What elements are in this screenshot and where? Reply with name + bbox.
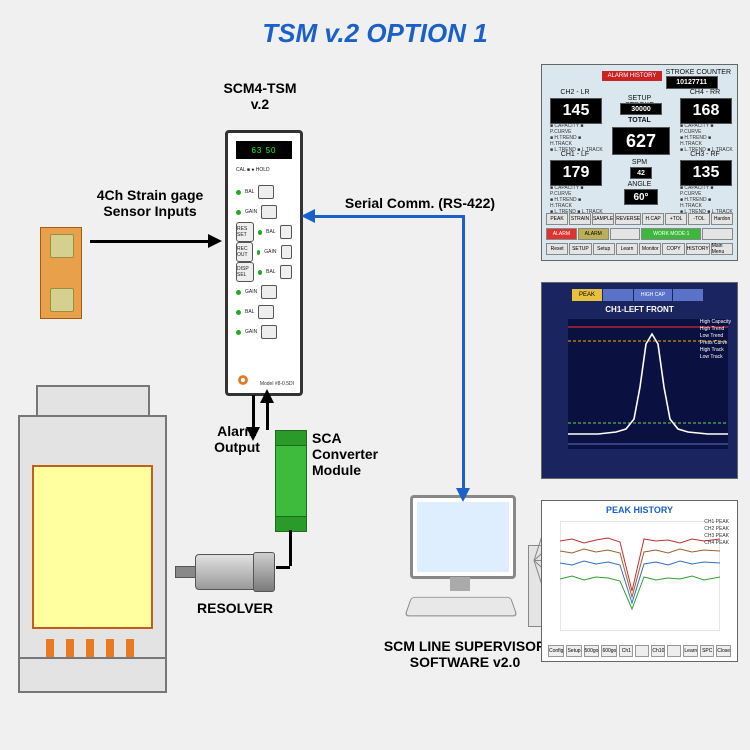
page-title: TSM v.2 OPTION 1 (0, 18, 750, 49)
ch2-label: CH2 - LR (552, 89, 598, 96)
close-button[interactable]: Close (716, 645, 731, 657)
config-button[interactable]: Config (548, 645, 564, 657)
resset-btn: RES SET (236, 222, 254, 242)
angle-value: 60° (624, 189, 658, 205)
copy-button[interactable]: COPY (662, 243, 684, 255)
scm4-tsm-device-icon: 63 50 CAL ■ ● HOLD BAL GAIN RES SETBAL R… (225, 130, 303, 396)
alarm2-button[interactable]: ALARM (578, 228, 609, 240)
software-label: SCM LINE SUPERVISOR SOFTWARE v2.0 (370, 638, 560, 670)
ch3-value: 135 (680, 160, 732, 186)
ch3-label: CH3 - RF (682, 151, 728, 158)
plus-tol-button[interactable]: +TOL (665, 213, 687, 225)
spc-button[interactable]: SPC (700, 645, 714, 657)
bal-label: BAL (245, 189, 254, 195)
setup-stroke-value: 30000 (620, 103, 662, 115)
serial-comm-label: Serial Comm. (RS-422) (330, 195, 510, 211)
model-label: Model #8-0.5DI (260, 382, 294, 388)
setup3-button[interactable]: Setup (566, 645, 581, 657)
ch4-value: 168 (680, 98, 732, 124)
setup2-button[interactable]: Setup (593, 243, 615, 255)
total-value: 627 (612, 127, 670, 155)
serial-comm-line (315, 215, 465, 218)
hcap-button[interactable]: H.CAP (642, 213, 664, 225)
peak-history-title: PEAK HISTORY (542, 505, 737, 515)
500go-button[interactable]: 500go (584, 645, 600, 657)
ch2-value: 145 (550, 98, 602, 124)
ch1-value: 179 (550, 160, 602, 186)
setup-button[interactable]: SETUP (569, 243, 591, 255)
history-button[interactable]: HISTORY (686, 243, 710, 255)
sca-converter-icon (275, 430, 307, 532)
tab-2[interactable] (603, 289, 633, 301)
total-label: TOTAL (617, 117, 662, 124)
arrow-alarm-down (252, 395, 255, 429)
sca-module-label: SCA Converter Module (312, 430, 392, 478)
tab-4[interactable] (673, 289, 703, 301)
resolver-label: RESOLVER (185, 600, 285, 616)
cal-label: CAL ■ ● HOLD (236, 167, 270, 173)
recout-btn: REC OUT (236, 242, 253, 262)
workmode-button[interactable]: WORK MODE:1 (641, 228, 701, 240)
ch4-label: CH4 - RR (682, 89, 728, 96)
screenshot-peak-history: PEAK HISTORY CH1 PEAKCH2 PEAK CH3 PEAKCH… (541, 500, 738, 662)
shot1-row1: PEAK STRAIN SAMPLE REVERSE H.CAP +TOL -T… (546, 213, 733, 225)
minus-tol-button[interactable]: -TOL (688, 213, 710, 225)
blank2-button[interactable] (667, 645, 681, 657)
peak-button[interactable]: PEAK (546, 213, 568, 225)
gear-icon (236, 373, 250, 387)
600go-button[interactable]: 600go (601, 645, 617, 657)
shot1-row3: Reset SETUP Setup Learn Monitor COPY HIS… (546, 243, 733, 255)
press-machine-icon (18, 385, 163, 715)
tab-peak[interactable]: PEAK (572, 289, 602, 301)
reset-button[interactable]: Reset (546, 243, 568, 255)
tab-highcap[interactable]: HIGH CAP (634, 289, 672, 301)
dispsel-btn: DISP SEL (236, 262, 254, 282)
arrow-resolver-to-sca (289, 530, 292, 566)
stroke-counter-value: 10127711 (666, 76, 718, 89)
peak-history-svg (560, 521, 720, 631)
chart-legend: High CapacityHigh TrendLow Trend Press C… (700, 319, 731, 361)
peak-legend: CH1 PEAKCH2 PEAK CH3 PEAKCH4 PEAK (704, 519, 729, 547)
ch1-label: CH1 - LF (552, 151, 598, 158)
mainmenu-button[interactable]: Main Menu (711, 243, 733, 255)
sensor-inputs-label: 4Ch Strain gage Sensor Inputs (80, 187, 220, 219)
ch1-button[interactable]: Ch1 (619, 645, 633, 657)
ch10-button[interactable]: Ch10 (651, 645, 665, 657)
pc-icon (390, 495, 530, 630)
angle-label: ANGLE (622, 181, 657, 188)
system-diagram: TSM v.2 OPTION 1 SCM4-TSM v.2 4Ch Strain… (0, 0, 750, 750)
spm-value: 42 (630, 167, 652, 179)
screenshot-curve-chart: PEAK HIGH CAP CH1-LEFT FRONT High Capaci… (541, 282, 738, 479)
strain-gage-sensor-icon (40, 227, 82, 319)
chart-title: CH1-LEFT FRONT (542, 305, 737, 314)
shot3-buttons: Config Setup 500go 600go Ch1 Ch10 Learn … (548, 645, 731, 657)
spm-label: SPM (627, 159, 652, 166)
alarm-history-badge: ALARM HISTORY (602, 71, 662, 81)
learn3-button[interactable]: Learn (683, 645, 698, 657)
device-display: 63 50 (236, 141, 292, 159)
learn-button[interactable]: Learn (616, 243, 638, 255)
strain-button[interactable]: STRAIN (569, 213, 591, 225)
stroke-counter-label: STROKE COUNTER (666, 69, 731, 76)
reverse-button[interactable]: REVERSE (615, 213, 641, 225)
arrow-sensor-to-device (90, 240, 210, 243)
device-title-label: SCM4-TSM v.2 (200, 80, 320, 112)
monitor-button[interactable]: Monitor (639, 243, 661, 255)
blank1-button[interactable] (635, 645, 649, 657)
shot1-row2: ALARM ALARM WORK MODE:1 (546, 228, 733, 240)
hardon-button[interactable]: Hardon (711, 213, 733, 225)
resolver-icon (175, 546, 275, 596)
screenshot-tonnage-monitor: ALARM HISTORY STROKE COUNTER 10127711 SE… (541, 64, 738, 261)
sample-button[interactable]: SAMPLE (592, 213, 614, 225)
alarm-button[interactable]: ALARM (546, 228, 577, 240)
gain-label: GAIN (245, 209, 257, 215)
